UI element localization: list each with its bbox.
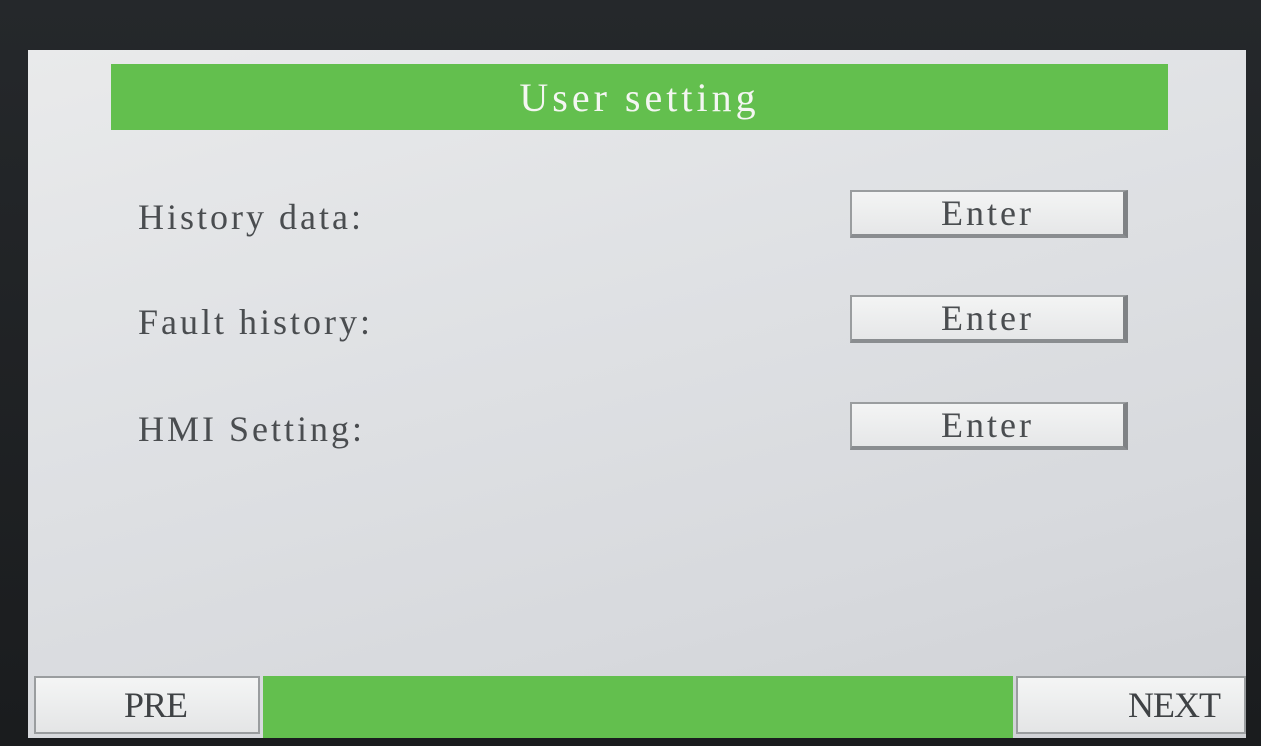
next-button-label: NEXT <box>1128 685 1221 725</box>
title-bar: User setting <box>111 64 1168 130</box>
pre-button[interactable]: PRE <box>34 676 260 734</box>
footer-bar <box>263 676 1013 738</box>
fault-history-row: Fault history: Enter <box>28 295 1246 349</box>
hmi-setting-enter-button[interactable]: Enter <box>850 402 1128 450</box>
history-data-row: History data: Enter <box>28 190 1246 244</box>
enter-button-label: Enter <box>941 298 1034 338</box>
fault-history-label: Fault history: <box>138 302 374 342</box>
fault-history-enter-button[interactable]: Enter <box>850 295 1128 343</box>
hmi-setting-label: HMI Setting: <box>138 409 366 449</box>
history-data-label: History data: <box>138 197 364 237</box>
page-title: User setting <box>519 74 760 120</box>
pre-button-label: PRE <box>124 685 188 725</box>
enter-button-label: Enter <box>941 193 1034 233</box>
next-button[interactable]: NEXT <box>1016 676 1246 734</box>
hmi-screen: User setting History data: Enter Fault h… <box>28 50 1246 738</box>
enter-button-label: Enter <box>941 405 1034 445</box>
history-data-enter-button[interactable]: Enter <box>850 190 1128 238</box>
hmi-setting-row: HMI Setting: Enter <box>28 402 1246 456</box>
